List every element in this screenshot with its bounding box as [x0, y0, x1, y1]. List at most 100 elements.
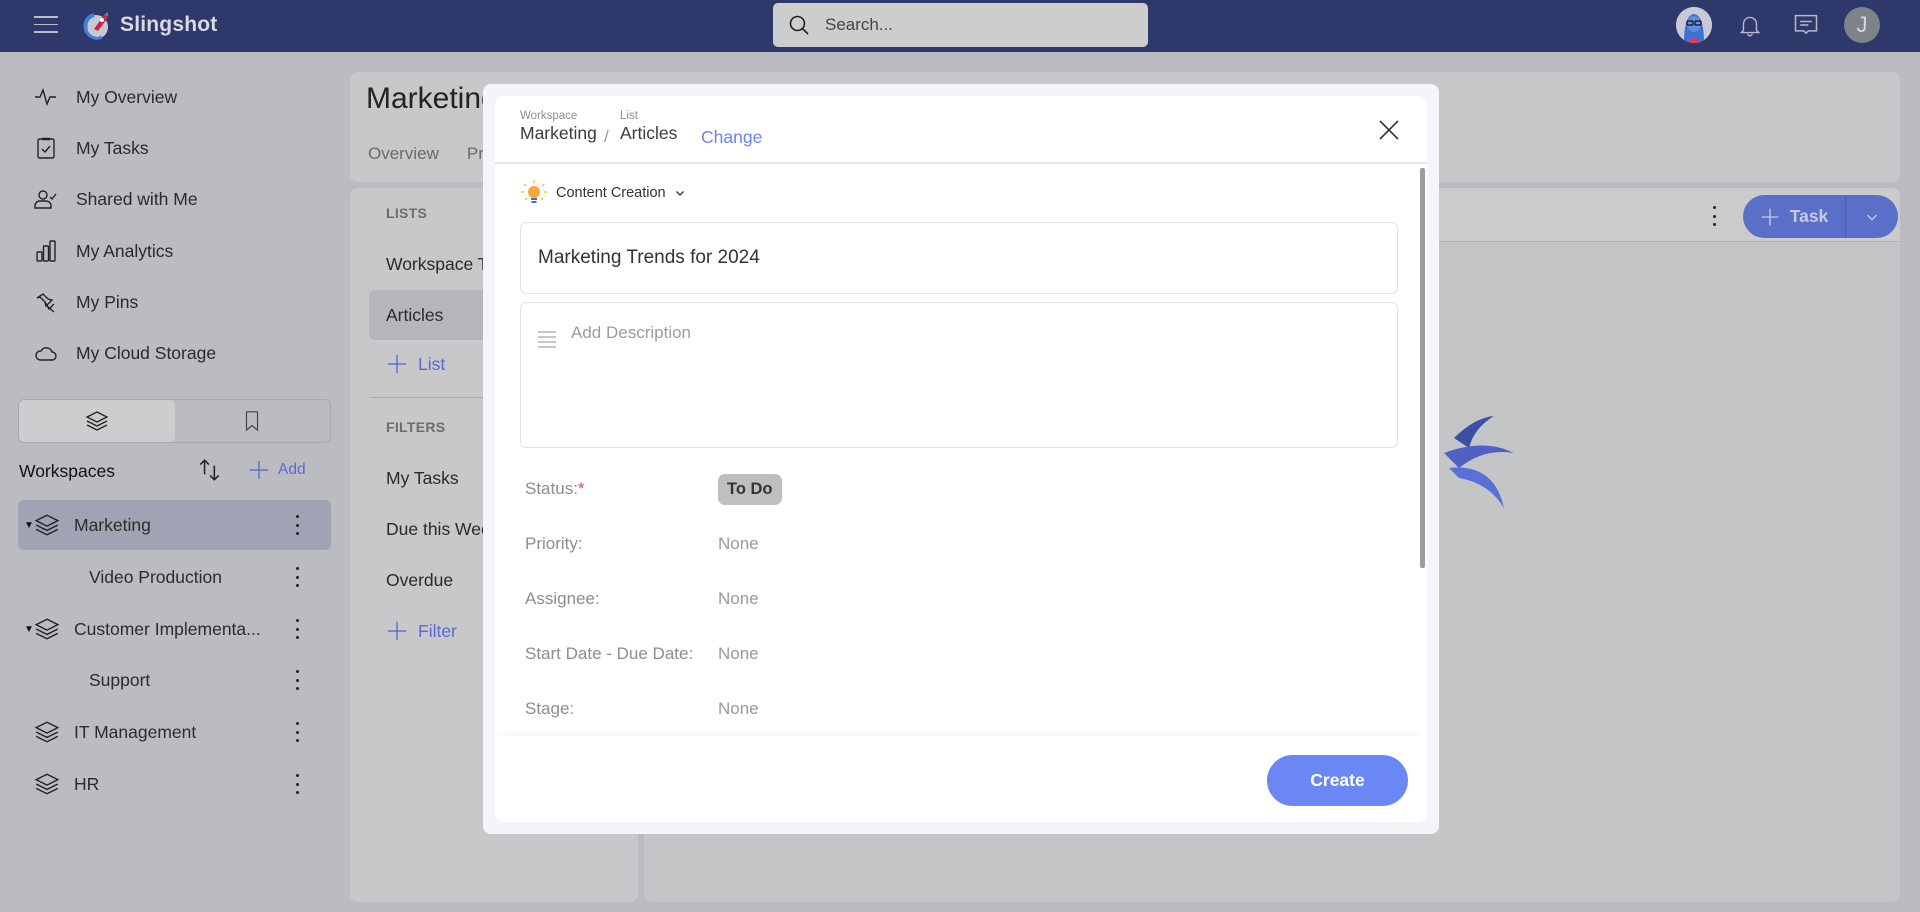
menu-icon[interactable] — [34, 16, 58, 36]
pin-icon — [36, 293, 55, 313]
nav-label: My Pins — [76, 291, 139, 312]
stage-value[interactable]: None — [718, 699, 759, 719]
description-field[interactable]: Add Description — [520, 302, 1398, 448]
workspace-item-video-production[interactable]: Video Production — [18, 552, 331, 602]
layers-icon — [85, 411, 109, 431]
dialog-content: Workspace Marketing / List Articles Chan… — [495, 96, 1427, 822]
caret-down-icon[interactable]: ▼ — [24, 624, 34, 635]
field-label: Stage: — [525, 699, 575, 718]
tab-overview[interactable]: Overview — [368, 144, 439, 164]
profile-avatar[interactable] — [1676, 7, 1712, 43]
sidebar-item-shared-with-me[interactable]: Shared with Me — [34, 184, 198, 214]
user-avatar[interactable]: J — [1844, 7, 1880, 43]
add-filter-button[interactable]: Filter — [386, 620, 457, 642]
clipboard-check-icon — [37, 137, 55, 159]
caret-down-icon[interactable]: ▼ — [24, 520, 34, 531]
sidebar-item-my-overview[interactable]: My Overview — [34, 82, 177, 112]
status-field: Status:* To Do — [525, 473, 1225, 505]
dialog-body: Content Creation Add Description Status:… — [495, 166, 1427, 736]
dates-field: Start Date - Due Date: None — [525, 639, 1225, 669]
change-location-link[interactable]: Change — [701, 127, 762, 148]
layers-icon — [34, 514, 60, 536]
sidebar-item-my-analytics[interactable]: My Analytics — [34, 236, 173, 266]
assignee-field: Assignee: None — [525, 584, 1225, 614]
page-title: Marketing — [366, 82, 498, 115]
search-bar[interactable] — [773, 3, 1148, 47]
priority-field: Priority: None — [525, 529, 1225, 559]
toggle-bookmarks[interactable] — [175, 400, 331, 442]
breadcrumb-separator: / — [604, 127, 609, 146]
layers-icon — [34, 721, 60, 743]
messages-button[interactable] — [1788, 7, 1824, 43]
more-options-icon[interactable] — [290, 722, 304, 742]
task-dropdown-button[interactable] — [1846, 195, 1898, 238]
dates-value[interactable]: None — [718, 644, 759, 664]
more-options-icon[interactable] — [1709, 206, 1719, 226]
priority-value[interactable]: None — [718, 534, 759, 554]
category-label: Content Creation — [556, 185, 666, 201]
nav-label: My Tasks — [76, 137, 149, 158]
more-options-icon[interactable] — [290, 567, 304, 587]
notifications-button[interactable] — [1732, 7, 1768, 43]
workspace-item-marketing[interactable]: ▼ Marketing — [18, 500, 331, 550]
scrollbar[interactable] — [1420, 168, 1425, 568]
workspace-label: Support — [89, 669, 151, 690]
slingshot-logo-icon — [83, 12, 108, 40]
text-align-icon — [538, 331, 556, 348]
workspace-item-it-management[interactable]: IT Management — [18, 707, 331, 757]
list-breadcrumb: List Articles — [620, 110, 677, 144]
cloud-icon — [35, 347, 57, 361]
more-options-icon[interactable] — [290, 774, 304, 794]
add-list-button[interactable]: List — [386, 353, 445, 375]
sidebar: My Overview My Tasks Shared with Me My A… — [0, 52, 340, 912]
plus-icon — [387, 354, 407, 374]
field-label: Priority: — [525, 534, 583, 553]
dialog-header: Workspace Marketing / List Articles Chan… — [495, 96, 1427, 164]
status-badge[interactable]: To Do — [718, 473, 782, 505]
message-icon — [1794, 14, 1818, 35]
search-input[interactable] — [825, 15, 1125, 35]
sidebar-item-my-cloud-storage[interactable]: My Cloud Storage — [34, 338, 216, 368]
field-label: Start Date - Due Date: — [525, 644, 694, 663]
create-button[interactable]: Create — [1267, 755, 1408, 806]
list-caption: List — [620, 110, 638, 122]
lists-heading: LISTS — [386, 205, 428, 221]
avatar-illustration-icon — [1676, 7, 1712, 43]
add-task-button[interactable]: Task — [1743, 195, 1846, 238]
add-workspace-button[interactable]: Add — [248, 459, 306, 481]
sort-icon[interactable] — [197, 457, 223, 483]
nav-label: My Overview — [76, 86, 178, 107]
sidebar-item-my-tasks[interactable]: My Tasks — [34, 133, 149, 163]
dialog-footer: Create — [495, 736, 1427, 822]
user-check-icon — [34, 190, 57, 209]
task-title-input[interactable] — [538, 247, 1380, 269]
workspace-item-support[interactable]: Support — [18, 655, 331, 705]
bar-chart-icon — [36, 240, 56, 262]
category-dropdown[interactable]: Content Creation — [520, 179, 686, 207]
plus-icon — [1761, 208, 1779, 225]
more-options-icon[interactable] — [290, 619, 304, 639]
app-logo[interactable]: Slingshot — [80, 9, 217, 41]
add-label: Add — [278, 461, 306, 478]
sidebar-item-my-pins[interactable]: My Pins — [34, 287, 138, 317]
workspace-view-toggle — [18, 399, 331, 443]
field-label: Status:* — [525, 479, 585, 498]
more-options-icon[interactable] — [290, 670, 304, 690]
lightbulb-icon — [521, 180, 547, 203]
assignee-value[interactable]: None — [718, 589, 759, 609]
tab-projects[interactable]: Pr — [467, 144, 484, 164]
task-title-field — [520, 222, 1398, 294]
workspace-item-hr[interactable]: HR — [18, 759, 331, 809]
workspace-item-customer-implementation[interactable]: ▼ Customer Implementa... — [18, 604, 331, 654]
filters-heading: FILTERS — [386, 419, 446, 435]
workspace-caption: Workspace — [520, 110, 578, 122]
more-options-icon[interactable] — [290, 515, 304, 535]
plus-icon — [249, 460, 269, 480]
nav-label: My Cloud Storage — [76, 342, 217, 363]
toggle-workspaces[interactable] — [19, 400, 175, 442]
stage-field: Stage: None — [525, 694, 1225, 724]
add-task-button-group: Task — [1743, 195, 1898, 238]
close-icon[interactable] — [1374, 115, 1404, 145]
add-filter-label: Filter — [418, 620, 457, 641]
workspace-label: Video Production — [89, 566, 222, 587]
